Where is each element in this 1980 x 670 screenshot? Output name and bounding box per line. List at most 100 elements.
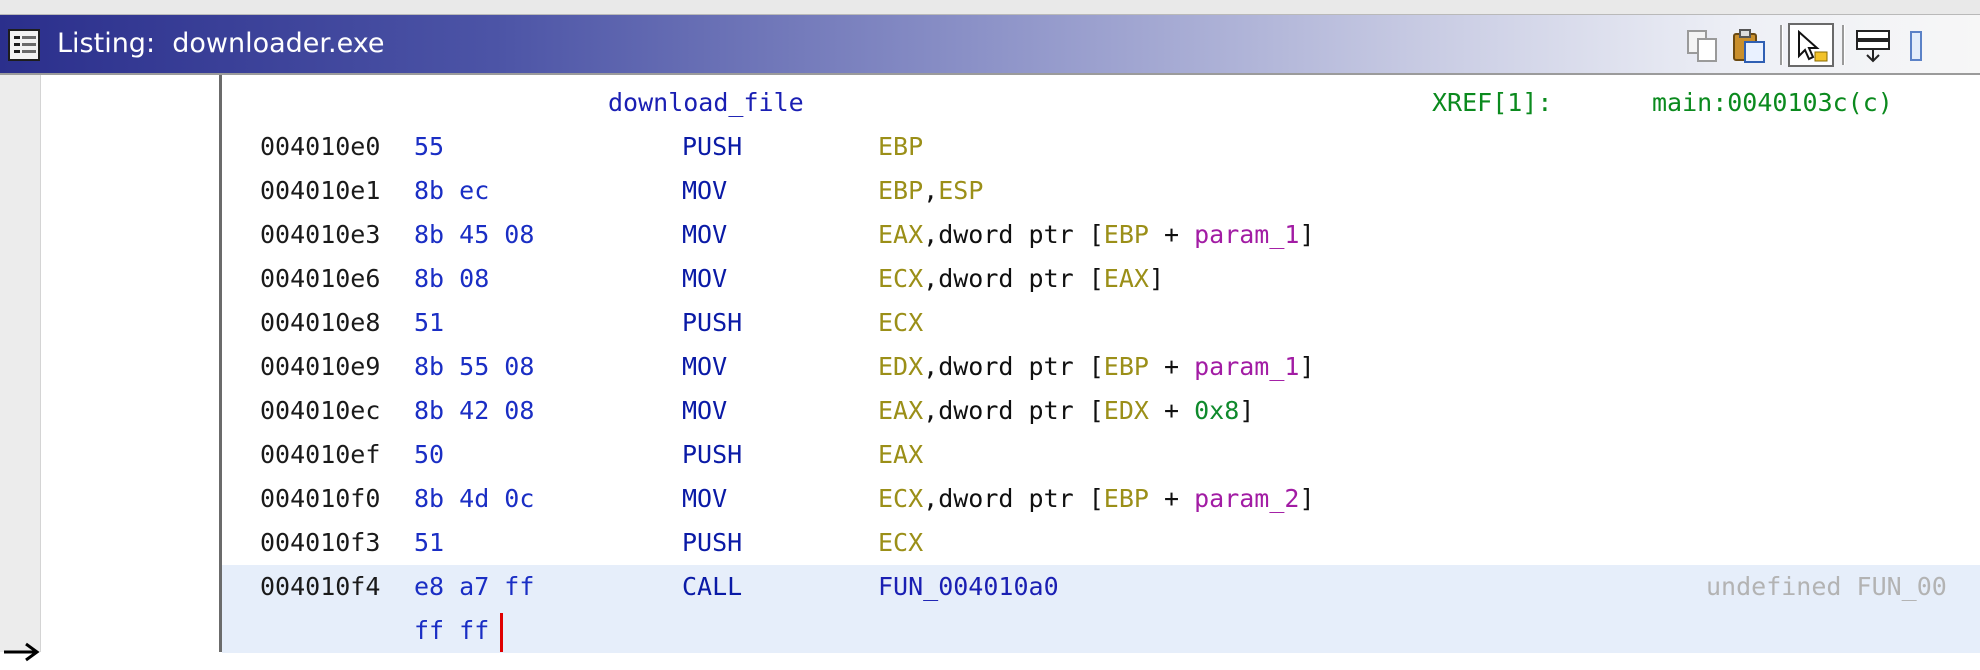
instruction-mnemonic[interactable]: MOV [682, 169, 727, 213]
operand-reg: ECX [878, 528, 924, 557]
instruction-mnemonic[interactable]: CALL [682, 565, 742, 609]
instruction-operands[interactable]: EBP [878, 125, 923, 169]
instruction-address[interactable]: 004010e6 [260, 257, 380, 301]
instruction-mnemonic[interactable]: PUSH [682, 433, 742, 477]
instruction-mnemonic[interactable]: MOV [682, 213, 727, 257]
instruction-row[interactable]: 004010e1 8b ec MOV EBP,ESP [222, 169, 1980, 213]
instruction-row[interactable]: 004010e0 55 PUSH EBP [222, 125, 1980, 169]
instruction-operands[interactable]: ECX [878, 521, 923, 565]
operand-plain: ] [1148, 264, 1164, 293]
listing-margin[interactable] [41, 75, 222, 652]
instruction-bytes[interactable]: 8b 55 08 [414, 345, 534, 389]
top-strip [0, 0, 1980, 15]
instruction-row[interactable]: 004010e3 8b 45 08 MOV EAX,dword ptr [EBP + … [222, 213, 1980, 257]
operand-plain: ] [1299, 220, 1315, 249]
instruction-mnemonic[interactable]: PUSH [682, 125, 742, 169]
operand-label[interactable]: FUN_004010a0 [878, 572, 1059, 601]
operand-param: param_1 [1194, 352, 1300, 381]
instruction-bytes[interactable]: 51 [414, 301, 444, 345]
instruction-row[interactable]: 004010e9 8b 55 08 MOV EDX,dword ptr [EBP + … [222, 345, 1980, 389]
operand-reg: EAX [878, 440, 924, 469]
operand-num: 0x8 [1194, 396, 1240, 425]
copy-button[interactable] [1680, 23, 1726, 67]
instruction-operands[interactable]: ECX,dword ptr [EBP + param_2] [878, 477, 1315, 521]
operand-param: param_2 [1194, 484, 1300, 513]
instruction-bytes[interactable]: 8b 4d 0c [414, 477, 534, 521]
instruction-mnemonic[interactable]: PUSH [682, 301, 742, 345]
instruction-mnemonic[interactable]: MOV [682, 345, 727, 389]
instruction-mnemonic[interactable]: MOV [682, 477, 727, 521]
instruction-bytes[interactable]: 8b ec [414, 169, 489, 213]
instruction-address[interactable]: 004010ec [260, 389, 380, 433]
function-name[interactable]: download_file [608, 81, 804, 125]
instruction-address[interactable]: 004010ef [260, 433, 380, 477]
instruction-row[interactable]: ff ff [222, 609, 1980, 653]
instruction-address[interactable]: 004010f3 [260, 521, 380, 565]
instruction-row[interactable]: 004010f0 8b 4d 0c MOV ECX,dword ptr [EBP + … [222, 477, 1980, 521]
instruction-mnemonic[interactable]: MOV [682, 257, 727, 301]
listing-toolbar [1680, 15, 1980, 73]
instruction-bytes[interactable]: 50 [414, 433, 444, 477]
operand-reg: EDX [1103, 396, 1149, 425]
navigation-button[interactable] [1850, 23, 1896, 67]
listing-content[interactable]: download_file XREF[1]: main:0040103c(c) … [222, 75, 1980, 653]
instruction-operands[interactable]: EAX [878, 433, 923, 477]
instruction-address[interactable]: 004010e0 [260, 125, 380, 169]
instruction-address[interactable]: 004010f4 [260, 565, 380, 609]
instruction-bytes[interactable]: 55 [414, 125, 444, 169]
instruction-row[interactable]: 004010ef 50 PUSH EAX [222, 433, 1980, 477]
instruction-address[interactable]: 004010e1 [260, 169, 380, 213]
instruction-address[interactable]: 004010f0 [260, 477, 380, 521]
xref-target-link[interactable]: main:0040103c(c) [1652, 81, 1893, 125]
instruction-bytes[interactable]: e8 a7 ff [414, 565, 534, 609]
operand-reg: EAX [878, 396, 924, 425]
instruction-mnemonic[interactable]: PUSH [682, 521, 742, 565]
operand-plain: ,dword ptr [ [923, 220, 1104, 249]
operand-plain: + [1148, 396, 1195, 425]
instruction-operands[interactable]: ECX,dword ptr [EAX] [878, 257, 1164, 301]
listing-window-icon [8, 29, 40, 61]
instruction-row[interactable]: 004010e8 51 PUSH ECX [222, 301, 1980, 345]
instruction-address[interactable]: 004010e3 [260, 213, 380, 257]
operand-plain: ,dword ptr [ [923, 264, 1104, 293]
operand-plain: ,dword ptr [ [923, 396, 1104, 425]
instruction-operands[interactable]: FUN_004010a0 [878, 565, 1059, 609]
instruction-operands[interactable]: ECX [878, 301, 923, 345]
marker-gutter[interactable] [0, 75, 41, 662]
toolbar-separator [1780, 25, 1783, 65]
operand-reg: ECX [878, 264, 924, 293]
instruction-bytes[interactable]: 8b 42 08 [414, 389, 534, 433]
operand-reg: ECX [878, 308, 924, 337]
listing-title-bar[interactable]: Listing: downloader.exe [0, 15, 1980, 75]
operand-reg: EBP [1103, 484, 1149, 513]
instruction-operands[interactable]: EDX,dword ptr [EBP + param_1] [878, 345, 1315, 389]
title-prefix: Listing: [57, 28, 156, 59]
instruction-bytes[interactable]: 8b 08 [414, 257, 489, 301]
instruction-mnemonic[interactable]: MOV [682, 389, 727, 433]
instruction-operands[interactable]: EAX,dword ptr [EDX + 0x8] [878, 389, 1254, 433]
function-header-row: download_file XREF[1]: main:0040103c(c) [222, 81, 1980, 125]
instruction-bytes[interactable]: 51 [414, 521, 444, 565]
operand-plain: ] [1299, 484, 1315, 513]
call-signature-hint: undefined FUN_00 [1706, 572, 1947, 601]
overflow-toolbar-button[interactable] [1902, 23, 1962, 67]
instruction-operands[interactable]: EBP,ESP [878, 169, 983, 213]
paste-button[interactable] [1726, 23, 1772, 67]
instruction-row[interactable]: 004010f4 e8 a7 ff CALL FUN_004010a0 undefine… [222, 565, 1980, 609]
instruction-row[interactable]: 004010e6 8b 08 MOV ECX,dword ptr [EAX] [222, 257, 1980, 301]
instruction-operands[interactable]: EAX,dword ptr [EBP + param_1] [878, 213, 1315, 257]
current-location-arrow-icon [2, 638, 40, 670]
operand-reg: EAX [878, 220, 924, 249]
toolbar-separator [1842, 25, 1845, 65]
instruction-address[interactable]: 004010e8 [260, 301, 380, 345]
operand-reg: EDX [878, 352, 924, 381]
instruction-bytes[interactable]: ff ff [414, 609, 489, 653]
cursor-select-button[interactable] [1788, 23, 1834, 67]
instruction-row[interactable]: 004010f3 51 PUSH ECX [222, 521, 1980, 565]
operand-reg: ECX [878, 484, 924, 513]
instruction-bytes[interactable]: 8b 45 08 [414, 213, 534, 257]
operand-plain: , [923, 176, 939, 205]
window-title: Listing: downloader.exe [57, 28, 385, 60]
instruction-row[interactable]: 004010ec 8b 42 08 MOV EAX,dword ptr [EDX + … [222, 389, 1980, 433]
instruction-address[interactable]: 004010e9 [260, 345, 380, 389]
